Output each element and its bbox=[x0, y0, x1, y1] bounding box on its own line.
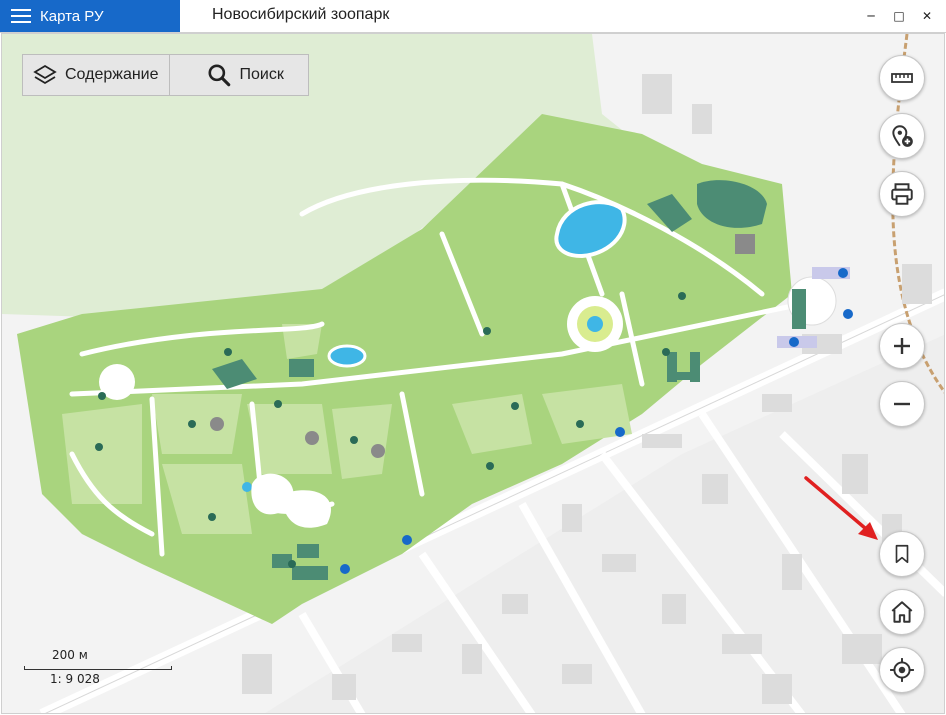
app-name: Карта РУ bbox=[40, 7, 104, 25]
add-location-icon bbox=[892, 125, 913, 147]
map-view[interactable]: Содержание Поиск 200 м 1: 9 028 bbox=[1, 33, 945, 714]
search-label: Поиск bbox=[239, 66, 284, 83]
map-canvas[interactable] bbox=[2, 34, 945, 714]
pond bbox=[327, 344, 367, 368]
scale-bar: 200 м 1: 9 028 bbox=[24, 648, 174, 688]
contents-label: Содержание bbox=[65, 66, 159, 83]
close-button[interactable]: ✕ bbox=[916, 6, 938, 26]
bookmark-button[interactable] bbox=[879, 531, 925, 577]
contents-button[interactable]: Содержание bbox=[23, 55, 169, 95]
window-title: Новосибирский зоопарк bbox=[212, 6, 390, 23]
add-location-button[interactable] bbox=[879, 113, 925, 159]
layers-icon bbox=[33, 64, 57, 85]
scale-distance: 200 м bbox=[52, 648, 88, 662]
map-toolbar: Содержание Поиск bbox=[22, 54, 309, 96]
zoom-in-icon bbox=[894, 338, 910, 354]
home-button[interactable] bbox=[879, 589, 925, 635]
print-button[interactable] bbox=[879, 171, 925, 217]
app-brand-button[interactable]: Карта РУ bbox=[0, 0, 180, 32]
zoom-in-button[interactable] bbox=[879, 323, 925, 369]
ruler-button[interactable] bbox=[879, 55, 925, 101]
search-button[interactable]: Поиск bbox=[168, 55, 308, 95]
printer-icon bbox=[891, 183, 913, 205]
title-bar: Карта РУ Новосибирский зоопарк ─ □ ✕ bbox=[0, 0, 946, 33]
locate-icon bbox=[890, 658, 914, 682]
zoom-out-icon bbox=[894, 402, 910, 406]
pool bbox=[242, 482, 252, 492]
bookmark-icon bbox=[895, 544, 909, 564]
scale-line bbox=[24, 666, 172, 670]
ruler-icon bbox=[891, 73, 913, 83]
menu-icon[interactable] bbox=[11, 9, 31, 23]
scale-ratio: 1: 9 028 bbox=[50, 672, 100, 686]
zoom-out-button[interactable] bbox=[879, 381, 925, 427]
minimize-button[interactable]: ─ bbox=[860, 6, 882, 26]
locate-button[interactable] bbox=[879, 647, 925, 693]
plaza-fountain bbox=[587, 316, 603, 332]
search-icon bbox=[208, 64, 230, 87]
maximize-button[interactable]: □ bbox=[888, 6, 910, 26]
red-arrow-annotation bbox=[804, 476, 878, 540]
home-icon bbox=[891, 601, 913, 623]
